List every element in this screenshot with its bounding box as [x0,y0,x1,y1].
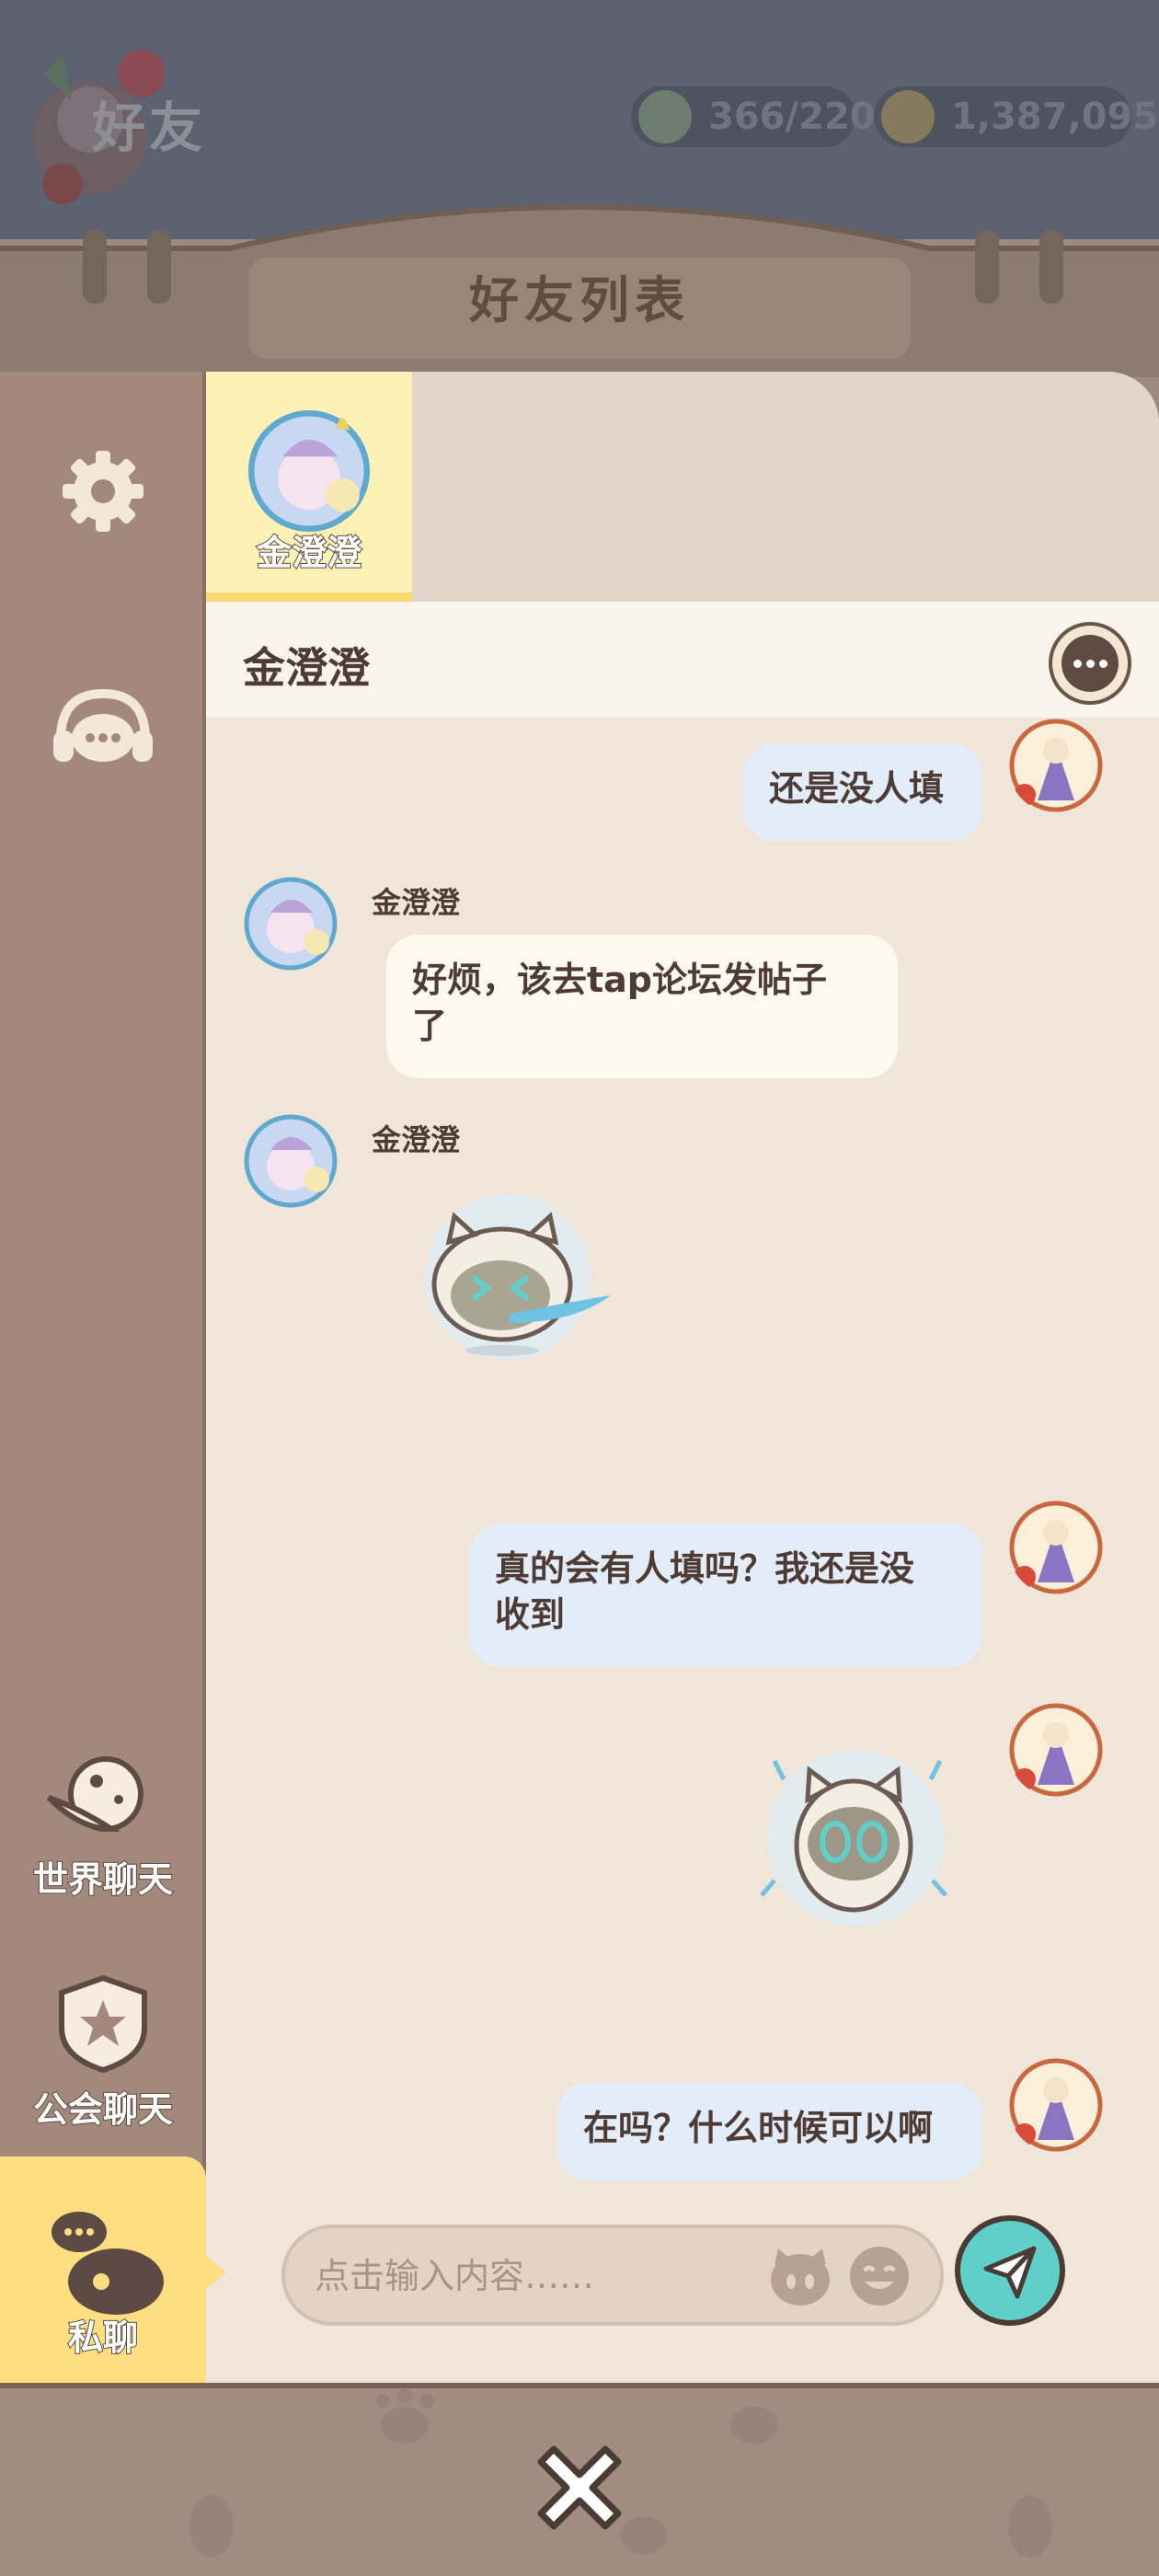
chat-partner-name: 金澄澄 [243,643,370,693]
headset-chat-icon [53,688,153,762]
message-text-line2: 了 [412,1006,448,1046]
customer-service-button[interactable] [0,675,206,786]
message-bubble-mine[interactable]: 在吗？什么时候可以啊 [557,2083,982,2180]
planet-icon [46,1756,143,1833]
sender-name: 金澄澄 [372,885,461,920]
my-avatar [1009,719,1103,812]
stamina-counter[interactable]: 366/220 [631,86,876,147]
message-text: 还是没人填 [769,768,945,809]
private-chat-label: 私聊 [67,2317,139,2359]
my-avatar [1009,1703,1103,1797]
paper-plane-icon [983,2246,1037,2299]
message-list[interactable]: 还是没人填 金澄澄 好烦，该去tap论坛发帖子 了 金澄澄 真的会有人填吗？我还… [206,718,1159,2208]
friend-tab-name: 金澄澄 [256,532,362,574]
message-text-line1: 真的会有人填吗？我还是没 [495,1548,915,1589]
gear-icon [63,451,143,532]
emoji-icon[interactable] [846,2243,912,2309]
message-input[interactable] [313,2248,758,2304]
message-input-box[interactable] [281,2225,944,2326]
crying-cat-sticker[interactable] [399,1176,629,1369]
stamina-icon [638,90,692,144]
settings-button[interactable] [0,436,206,546]
coin-icon [881,90,935,144]
close-button[interactable] [521,2429,638,2547]
shocked-cat-sticker[interactable] [756,1742,958,1936]
more-icon [1061,635,1119,692]
guild-chat-label: 公会聊天 [32,2088,174,2131]
chat-bubbles-icon [52,2212,164,2315]
friend-avatar [247,409,371,533]
sticker-cat-icon[interactable] [767,2243,833,2309]
friend-tab-selected[interactable]: 金澄澄 [206,372,412,602]
sender-name: 金澄澄 [372,1122,461,1157]
world-chat-label: 世界聊天 [32,1858,174,1901]
message-bubble-mine[interactable]: 还是没人填 [743,743,982,841]
friend-list-title: 好友列表 [469,271,690,329]
message-text-line1: 好烦，该去tap论坛发帖子 [412,960,828,1000]
friend-tab-strip: 金澄澄 [206,372,1159,602]
coin-value: 1,387,095 [951,96,1159,138]
more-options-button[interactable] [1049,622,1131,705]
sidebar: 世界聊天 公会聊天 私聊 [0,372,226,2383]
chat-header: 金澄澄 [206,602,1159,718]
message-text: 在吗？什么时候可以啊 [583,2108,934,2148]
send-button[interactable] [955,2215,1065,2326]
message-bubble-mine[interactable]: 真的会有人填吗？我还是没 收到 [469,1524,982,1667]
guild-chat-button[interactable]: 公会聊天 [0,1974,206,2147]
my-avatar [1009,1501,1103,1594]
my-avatar [1009,2058,1103,2152]
page-title: 好友 [92,97,207,159]
coin-counter[interactable]: 1,387,095 [874,86,1158,147]
friend-avatar [244,877,338,971]
stamina-value: 366/220 [708,96,876,138]
world-chat-button[interactable]: 世界聊天 [0,1752,206,1917]
chat-panel: 世界聊天 公会聊天 私聊 金澄澄 金澄澄 还是没人填 金澄澄 好烦，该去tap论… [0,372,1159,2383]
shield-icon [59,1974,147,2074]
message-bubble-theirs[interactable]: 好烦，该去tap论坛发帖子 了 [386,935,898,1078]
message-text-line2: 收到 [495,1594,566,1635]
private-chat-button[interactable]: 私聊 [0,2156,226,2383]
friend-avatar [244,1114,338,1208]
